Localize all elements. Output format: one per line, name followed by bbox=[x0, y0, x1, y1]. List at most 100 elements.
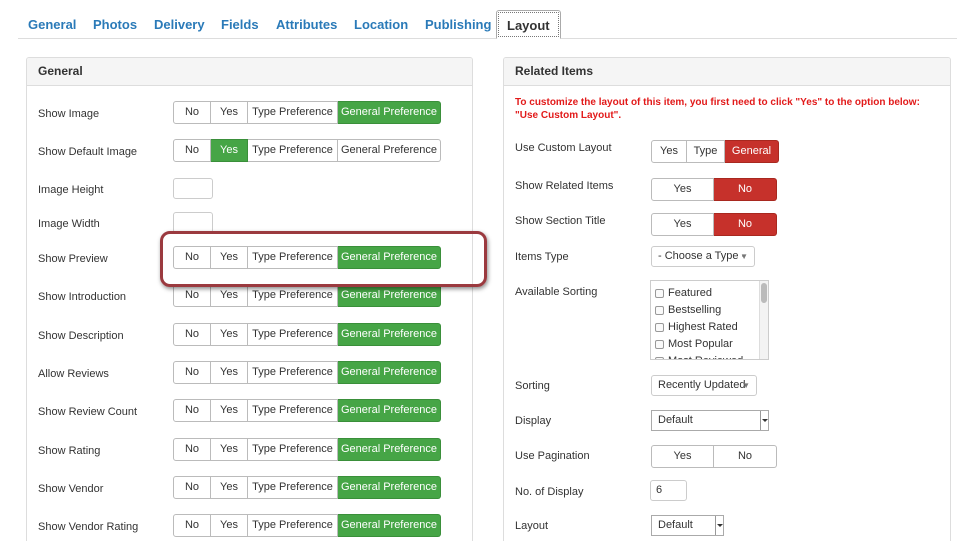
layout-value: Default bbox=[658, 519, 693, 531]
display-select[interactable]: Default bbox=[651, 410, 769, 431]
show-preview-label: Show Preview bbox=[38, 253, 108, 265]
show-image-label: Show Image bbox=[38, 108, 100, 120]
sorting-option[interactable]: Highest Rated bbox=[651, 319, 768, 336]
sorting-option[interactable]: Featured bbox=[651, 285, 768, 302]
show-review-count-yes-button[interactable]: Yes bbox=[211, 399, 248, 422]
show-introduction-gp-button[interactable]: General Preference bbox=[338, 284, 441, 307]
sorting-option[interactable]: Bestselling bbox=[651, 302, 768, 319]
image-height-input[interactable] bbox=[173, 178, 213, 199]
show-image-toggle: No Yes Type Preference General Preference bbox=[173, 101, 441, 124]
tab-bar: General Photos Delivery Fields Attribute… bbox=[18, 10, 957, 39]
no-of-display-input[interactable]: 6 bbox=[650, 480, 687, 501]
show-default-image-yes-button[interactable]: Yes bbox=[211, 139, 248, 162]
show-review-count-no-button[interactable]: No bbox=[173, 399, 211, 422]
checkbox[interactable] bbox=[655, 289, 664, 298]
show-default-image-tp-button[interactable]: Type Preference bbox=[248, 139, 338, 162]
show-section-title-yes-button[interactable]: Yes bbox=[651, 213, 714, 236]
show-review-count-gp-button[interactable]: General Preference bbox=[338, 399, 441, 422]
related-items-panel: Related Items To customize the layout of… bbox=[503, 57, 951, 541]
show-default-image-no-button[interactable]: No bbox=[173, 139, 211, 162]
show-description-label: Show Description bbox=[38, 330, 124, 342]
use-custom-layout-toggle: Yes Type General bbox=[651, 140, 779, 163]
show-image-gp-button[interactable]: General Preference bbox=[338, 101, 441, 124]
sorting-label: Sorting bbox=[515, 380, 550, 392]
sorting-option[interactable]: Most Popular bbox=[651, 336, 768, 353]
tab-photos[interactable]: Photos bbox=[83, 10, 147, 39]
show-introduction-tp-button[interactable]: Type Preference bbox=[248, 284, 338, 307]
chevron-down-icon: ▼ bbox=[742, 381, 750, 390]
tab-location[interactable]: Location bbox=[344, 10, 418, 39]
show-related-items-no-button[interactable]: No bbox=[714, 178, 777, 201]
show-vendor-no-button[interactable]: No bbox=[173, 476, 211, 499]
show-section-title-no-button[interactable]: No bbox=[714, 213, 777, 236]
show-review-count-toggle: No Yes Type Preference General Preference bbox=[173, 399, 441, 422]
related-items-title: Related Items bbox=[504, 58, 950, 86]
sorting-option-label: Highest Rated bbox=[668, 321, 738, 333]
show-introduction-no-button[interactable]: No bbox=[173, 284, 211, 307]
general-panel: General Show Image No Yes Type Preference Ge… bbox=[26, 57, 473, 541]
show-related-items-toggle: Yes No bbox=[651, 178, 777, 201]
items-type-label: Items Type bbox=[515, 251, 569, 263]
image-width-input[interactable] bbox=[173, 212, 213, 233]
allow-reviews-no-button[interactable]: No bbox=[173, 361, 211, 384]
show-vendor-rating-no-button[interactable]: No bbox=[173, 514, 211, 537]
show-rating-yes-button[interactable]: Yes bbox=[211, 438, 248, 461]
tab-general[interactable]: General bbox=[18, 10, 86, 39]
tab-delivery[interactable]: Delivery bbox=[144, 10, 215, 39]
show-default-image-gp-button[interactable]: General Preference bbox=[338, 139, 441, 162]
show-review-count-tp-button[interactable]: Type Preference bbox=[248, 399, 338, 422]
checkbox[interactable] bbox=[655, 306, 664, 315]
show-image-tp-button[interactable]: Type Preference bbox=[248, 101, 338, 124]
show-description-yes-button[interactable]: Yes bbox=[211, 323, 248, 346]
show-vendor-tp-button[interactable]: Type Preference bbox=[248, 476, 338, 499]
show-rating-no-button[interactable]: No bbox=[173, 438, 211, 461]
sorting-select[interactable]: Recently Updated ▼ bbox=[651, 375, 757, 396]
items-type-select[interactable]: - Choose a Type - ▼ bbox=[651, 246, 755, 267]
layout-select[interactable]: Default bbox=[651, 515, 724, 536]
show-rating-toggle: No Yes Type Preference General Preference bbox=[173, 438, 441, 461]
general-panel-title: General bbox=[27, 58, 472, 86]
use-pagination-no-button[interactable]: No bbox=[714, 445, 777, 468]
checkbox[interactable] bbox=[655, 340, 664, 349]
checkbox[interactable] bbox=[655, 323, 664, 332]
show-default-image-toggle: No Yes Type Preference General Preference bbox=[173, 139, 441, 162]
show-image-yes-button[interactable]: Yes bbox=[211, 101, 248, 124]
show-introduction-yes-button[interactable]: Yes bbox=[211, 284, 248, 307]
show-rating-tp-button[interactable]: Type Preference bbox=[248, 438, 338, 461]
show-vendor-gp-button[interactable]: General Preference bbox=[338, 476, 441, 499]
tab-attributes[interactable]: Attributes bbox=[266, 10, 347, 39]
show-rating-label: Show Rating bbox=[38, 445, 101, 457]
show-vendor-rating-label: Show Vendor Rating bbox=[38, 521, 139, 533]
use-custom-layout-label: Use Custom Layout bbox=[515, 142, 612, 154]
tab-fields[interactable]: Fields bbox=[211, 10, 269, 39]
display-value: Default bbox=[658, 414, 693, 426]
show-vendor-rating-tp-button[interactable]: Type Preference bbox=[248, 514, 338, 537]
show-related-items-yes-button[interactable]: Yes bbox=[651, 178, 714, 201]
tab-publishing[interactable]: Publishing bbox=[415, 10, 501, 39]
sorting-option[interactable]: Most Reviewed bbox=[651, 353, 768, 359]
show-rating-gp-button[interactable]: General Preference bbox=[338, 438, 441, 461]
allow-reviews-gp-button[interactable]: General Preference bbox=[338, 361, 441, 384]
show-description-gp-button[interactable]: General Preference bbox=[338, 323, 441, 346]
show-vendor-rating-yes-button[interactable]: Yes bbox=[211, 514, 248, 537]
display-label: Display bbox=[515, 415, 552, 427]
use-custom-layout-general-button[interactable]: General bbox=[725, 140, 779, 163]
available-sorting-scrollbar[interactable] bbox=[759, 281, 768, 359]
checkbox[interactable] bbox=[655, 357, 664, 359]
show-vendor-rating-toggle: No Yes Type Preference General Preference bbox=[173, 514, 441, 537]
tab-layout[interactable]: Layout bbox=[496, 10, 561, 39]
show-introduction-toggle: No Yes Type Preference General Preference bbox=[173, 284, 441, 307]
show-image-no-button[interactable]: No bbox=[173, 101, 211, 124]
show-description-tp-button[interactable]: Type Preference bbox=[248, 323, 338, 346]
show-related-items-label: Show Related Items bbox=[515, 180, 614, 192]
show-vendor-rating-gp-button[interactable]: General Preference bbox=[338, 514, 441, 537]
use-pagination-yes-button[interactable]: Yes bbox=[651, 445, 714, 468]
use-custom-layout-yes-button[interactable]: Yes bbox=[651, 140, 687, 163]
show-description-no-button[interactable]: No bbox=[173, 323, 211, 346]
allow-reviews-tp-button[interactable]: Type Preference bbox=[248, 361, 338, 384]
show-preview-highlight bbox=[160, 231, 487, 287]
allow-reviews-yes-button[interactable]: Yes bbox=[211, 361, 248, 384]
available-sorting-list[interactable]: Featured Bestselling Highest Rated Most Pop… bbox=[650, 280, 769, 360]
show-vendor-yes-button[interactable]: Yes bbox=[211, 476, 248, 499]
use-custom-layout-type-button[interactable]: Type bbox=[687, 140, 725, 163]
